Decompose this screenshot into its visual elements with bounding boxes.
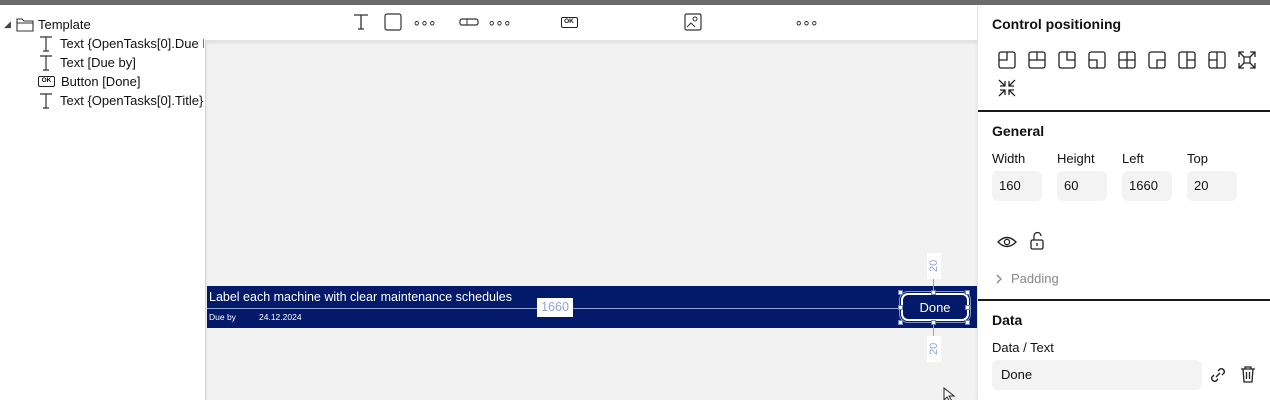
rectangle-tool-icon[interactable] bbox=[383, 11, 403, 33]
left-distance-label: 1660 bbox=[537, 298, 573, 317]
general-title: General bbox=[992, 123, 1045, 139]
width-label: Width bbox=[992, 151, 1026, 166]
folder-icon bbox=[16, 18, 34, 32]
more-icon[interactable]: ∘∘∘ bbox=[487, 11, 511, 33]
tree-item-button-done[interactable]: OK Button [Done] bbox=[38, 72, 204, 91]
expand-icon[interactable] bbox=[1232, 46, 1262, 74]
section-divider bbox=[978, 299, 1270, 301]
control-positioning-title: Control positioning bbox=[992, 16, 1122, 32]
section-divider bbox=[978, 110, 1270, 112]
ok-button-tool-icon[interactable]: OK bbox=[558, 11, 580, 33]
left-field[interactable]: 1660 bbox=[1122, 171, 1172, 201]
properties-panel: Control positioning General Width Height… bbox=[977, 5, 1270, 400]
tree-item-template[interactable]: ◢ Template bbox=[4, 15, 204, 34]
resize-handle[interactable] bbox=[965, 305, 970, 310]
data-text-input[interactable]: Done bbox=[992, 360, 1202, 390]
ok-text: OK bbox=[560, 16, 578, 28]
top-left-icon[interactable] bbox=[992, 46, 1022, 74]
tree-item-text-title[interactable]: Text {OpenTasks[0].Title} bbox=[38, 91, 204, 110]
left-label: Left bbox=[1122, 151, 1144, 166]
expand-caret-icon[interactable]: ◢ bbox=[4, 19, 16, 30]
task-card[interactable]: Label each machine with clear maintenanc… bbox=[207, 286, 977, 328]
resize-handle[interactable] bbox=[965, 320, 970, 325]
ok-button-icon: OK bbox=[38, 76, 55, 87]
height-field[interactable]: 60 bbox=[1057, 171, 1107, 201]
center-vertical-icon[interactable] bbox=[1172, 46, 1202, 74]
text-icon bbox=[40, 35, 52, 52]
resize-handle[interactable] bbox=[898, 320, 903, 325]
due-date[interactable]: 24.12.2024 bbox=[259, 312, 302, 322]
more-icon[interactable]: ∘∘∘ bbox=[412, 11, 436, 33]
padding-label: Padding bbox=[1011, 271, 1059, 286]
done-button[interactable]: Done bbox=[899, 291, 971, 323]
top-right-icon[interactable] bbox=[1052, 46, 1082, 74]
text-icon bbox=[40, 54, 52, 71]
trash-icon[interactable] bbox=[1239, 365, 1257, 384]
top-label: Top bbox=[1187, 151, 1208, 166]
tree-item-label: Text {OpenTasks[0].Due D bbox=[60, 36, 204, 51]
toolbar: ∘∘∘ ∘∘∘ OK ∘∘∘ bbox=[205, 5, 977, 40]
bottom-right-icon[interactable] bbox=[1142, 46, 1172, 74]
center-icon[interactable] bbox=[1112, 46, 1142, 74]
resize-handle[interactable] bbox=[931, 290, 936, 295]
more-icon[interactable]: ∘∘∘ bbox=[794, 11, 818, 33]
bottom-left-icon[interactable] bbox=[1082, 46, 1112, 74]
text-tool-icon[interactable] bbox=[351, 11, 371, 33]
top-center-icon[interactable] bbox=[1022, 46, 1052, 74]
element-tree: ◢ Template Text {OpenTasks[0].Due D Text… bbox=[0, 5, 205, 400]
top-distance-label: 20 bbox=[927, 253, 941, 279]
center-horizontal-icon[interactable] bbox=[1202, 46, 1232, 74]
bottom-distance-label: 20 bbox=[927, 336, 941, 362]
done-button-label: Done bbox=[919, 299, 951, 315]
resize-handle[interactable] bbox=[898, 305, 903, 310]
resize-handle[interactable] bbox=[965, 290, 970, 295]
tree-root-label: Template bbox=[38, 17, 91, 32]
image-tool-icon[interactable] bbox=[682, 11, 704, 33]
padding-toggle[interactable]: Padding bbox=[994, 271, 1059, 286]
due-label[interactable]: Due by bbox=[209, 312, 236, 322]
tree-item-label: Button [Done] bbox=[61, 74, 141, 89]
tree-item-label: Text {OpenTasks[0].Title} bbox=[60, 93, 204, 108]
positioning-icon-grid bbox=[992, 46, 1262, 102]
resize-handle[interactable] bbox=[931, 320, 936, 325]
chevron-right-icon bbox=[996, 274, 1002, 283]
design-canvas[interactable]: Label each machine with clear maintenanc… bbox=[205, 40, 977, 400]
resize-handle[interactable] bbox=[898, 290, 903, 295]
link-icon[interactable] bbox=[1208, 366, 1228, 384]
data-title: Data bbox=[992, 312, 1023, 328]
task-title[interactable]: Label each machine with clear maintenanc… bbox=[209, 290, 512, 304]
tree-item-label: Text [Due by] bbox=[60, 55, 136, 70]
top-field[interactable]: 20 bbox=[1187, 171, 1237, 201]
mouse-cursor-icon bbox=[943, 387, 956, 400]
width-field[interactable]: 160 bbox=[992, 171, 1042, 201]
tree-item-text-due-by[interactable]: Text [Due by] bbox=[38, 53, 204, 72]
visibility-eye-icon[interactable] bbox=[997, 235, 1017, 249]
unlock-icon[interactable] bbox=[1029, 231, 1045, 251]
height-label: Height bbox=[1057, 151, 1095, 166]
tree-item-text-due-date[interactable]: Text {OpenTasks[0].Due D bbox=[38, 34, 204, 53]
collapse-icon[interactable] bbox=[992, 74, 1022, 102]
text-icon bbox=[40, 92, 52, 109]
input-tool-icon[interactable] bbox=[458, 11, 480, 33]
data-text-label: Data / Text bbox=[992, 340, 1054, 355]
